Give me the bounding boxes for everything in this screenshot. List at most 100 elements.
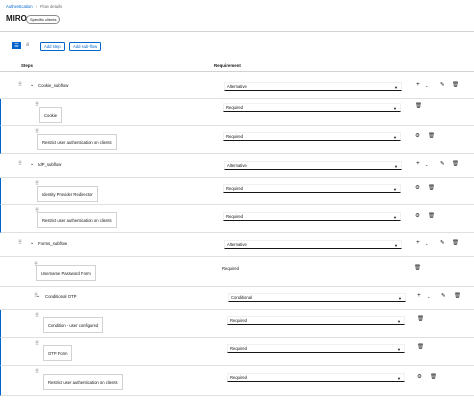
drag-handle-icon[interactable]: ⠿ (35, 341, 39, 347)
execution-name: Identity Provider Redirector (42, 191, 93, 197)
execution-card: Cookie (39, 107, 63, 123)
table-header: Steps Requirement (0, 58, 474, 72)
requirement-select[interactable]: Required ▼ (227, 316, 405, 325)
drag-handle-icon[interactable]: ⠿ (18, 82, 22, 88)
requirement-select[interactable]: Required ▼ (227, 373, 405, 382)
execution-name: OTP Form (48, 350, 68, 356)
diagram-view-toggle-icon[interactable]: ⛙ (23, 42, 32, 49)
edit-pencil-icon[interactable]: ✎ (440, 240, 445, 247)
trash-icon[interactable]: 🗑 (417, 316, 424, 323)
requirement-value: Conditional (231, 295, 252, 300)
trash-icon[interactable]: 🗑 (417, 344, 424, 351)
requirement-value: Required (226, 214, 243, 219)
chevron-down-icon[interactable]: ⌄ (30, 82, 34, 88)
execution-name: Restrict user authentication on clients (48, 379, 118, 385)
trash-icon[interactable]: 🗑 (428, 213, 435, 220)
requirement-value: Alternative (227, 163, 247, 168)
add-icon[interactable]: + (416, 239, 420, 247)
execution-card: Username Password Form (36, 265, 96, 281)
table-row-idp-subflow: ⠿ ⌄ IdP_subflow Alternative ▼ + ⌄ ✎ 🗑 (0, 154, 474, 178)
requirement-value: Alternative (227, 84, 247, 89)
table-row-username-password: ⠿ Username Password Form Required 🗑 (0, 257, 474, 287)
requirement-select[interactable]: Required ▼ (223, 103, 401, 112)
drag-handle-icon[interactable]: ⠿ (35, 313, 39, 319)
chevron-down-icon[interactable]: ⌄ (427, 295, 430, 299)
trash-icon[interactable]: 🗑 (452, 161, 459, 168)
execution-name: Restrict user authentication on clients (42, 139, 112, 145)
chevron-down-icon[interactable]: ⌄ (425, 242, 428, 246)
table-row-conditional-otp: ⠿ ⌄ Conditional OTP Conditional ▼ + ⌄ ✎ 🗑 (0, 287, 474, 310)
gear-icon[interactable]: ⚙ (417, 374, 422, 381)
table-row-restrict-auth: ⠿ Restrict user authentication on client… (0, 366, 474, 396)
add-step-button[interactable]: Add step (40, 42, 65, 51)
breadcrumb-authentication-link[interactable]: Authentication (6, 4, 33, 9)
gear-icon[interactable]: ⚙ (415, 133, 420, 140)
breadcrumb-current: Flow details (39, 4, 63, 9)
chevron-down-icon[interactable]: ⌄ (425, 163, 428, 167)
execution-card: Restrict user authentication on clients (43, 374, 123, 390)
gear-icon[interactable]: ⚙ (415, 185, 420, 192)
requirement-select[interactable]: Alternative ▼ (224, 240, 402, 249)
trash-icon[interactable]: 🗑 (452, 82, 459, 89)
execution-card: Condition - user configured (43, 317, 104, 333)
trash-icon[interactable]: 🗑 (430, 374, 437, 381)
table-row-forms-subflow: ⠿ ⌄ Forms_subflow Alternative ▼ + ⌄ ✎ 🗑 (0, 233, 474, 257)
table-view-toggle-icon[interactable]: ☰ (12, 42, 21, 49)
trash-icon[interactable]: 🗑 (428, 133, 435, 140)
requirement-select[interactable]: Required ▼ (227, 344, 405, 353)
requirement-select[interactable]: Required ▼ (223, 212, 401, 221)
trash-icon[interactable]: 🗑 (415, 103, 422, 110)
execution-card: Identity Provider Redirector (37, 186, 98, 202)
caret-down-icon: ▼ (397, 319, 401, 324)
table-row-idp-redirector: ⠿ Identity Provider Redirector Required ▼… (0, 178, 474, 205)
execution-name: Username Password Form (41, 270, 91, 276)
edit-pencil-icon[interactable]: ✎ (440, 82, 445, 89)
drag-handle-icon[interactable]: ⠿ (35, 102, 39, 108)
add-icon[interactable]: + (416, 160, 420, 168)
requirement-select[interactable]: Alternative ▼ (224, 82, 402, 91)
table-row-otp-form: ⠿ OTP Form Required ▼ 🗑 (0, 338, 474, 366)
caret-down-icon: ▼ (394, 243, 398, 248)
drag-handle-icon[interactable]: ⠿ (18, 161, 22, 167)
edit-pencil-icon[interactable]: ✎ (441, 293, 446, 300)
breadcrumb-separator-icon: › (35, 4, 37, 9)
drag-handle-icon[interactable]: ⠿ (18, 240, 22, 246)
requirement-value: Required (230, 318, 247, 323)
execution-card: Restrict user authentication on clients (37, 212, 117, 228)
table-row-restrict-auth: ⠿ Restrict user authentication on client… (0, 126, 474, 154)
requirement-select[interactable]: Conditional ▼ (228, 293, 406, 302)
caret-down-icon: ▼ (397, 347, 401, 352)
trash-icon[interactable]: 🗑 (428, 185, 435, 192)
trash-icon[interactable]: 🗑 (454, 293, 461, 300)
flow-name: Conditional OTP (45, 294, 77, 299)
caret-down-icon: ▼ (393, 187, 397, 192)
chevron-down-icon[interactable]: ⌄ (36, 293, 40, 299)
trash-icon[interactable]: 🗑 (414, 265, 421, 272)
caret-down-icon: ▼ (394, 85, 398, 90)
table-row-cookie-subflow: ⠿ ⌄ Cookie_subflow Alternative ▼ + ⌄ ✎ 🗑 (0, 73, 474, 99)
chevron-down-icon[interactable]: ⌄ (30, 161, 34, 167)
flow-name: Cookie_subflow (38, 83, 69, 88)
requirement-select[interactable]: Required ▼ (223, 184, 401, 193)
requirement-select[interactable]: Alternative ▼ (224, 161, 402, 170)
caret-down-icon: ▼ (397, 376, 401, 381)
add-icon[interactable]: + (416, 81, 420, 89)
requirement-value: Required (230, 375, 247, 380)
table-row-cookie: ⠿ Cookie Required ▼ 🗑 (0, 99, 474, 126)
edit-pencil-icon[interactable]: ✎ (440, 161, 445, 168)
chevron-down-icon[interactable]: ⌄ (425, 84, 428, 88)
gear-icon[interactable]: ⚙ (415, 213, 420, 220)
caret-down-icon: ▼ (393, 106, 397, 111)
requirement-value: Required (226, 105, 243, 110)
execution-name: Restrict user authentication on clients (42, 217, 112, 223)
add-icon[interactable]: + (417, 292, 421, 300)
flow-name: IdP_subflow (38, 162, 62, 167)
caret-down-icon: ▼ (398, 296, 402, 301)
trash-icon[interactable]: 🗑 (452, 240, 459, 247)
column-header-requirement: Requirement (214, 63, 241, 68)
add-sub-flow-button[interactable]: Add sub-flow (69, 42, 102, 51)
drag-handle-icon[interactable]: ⠿ (35, 369, 39, 375)
chevron-down-icon[interactable]: ⌄ (30, 240, 34, 246)
requirement-select[interactable]: Required ▼ (223, 132, 401, 141)
execution-card: OTP Form (43, 345, 73, 361)
